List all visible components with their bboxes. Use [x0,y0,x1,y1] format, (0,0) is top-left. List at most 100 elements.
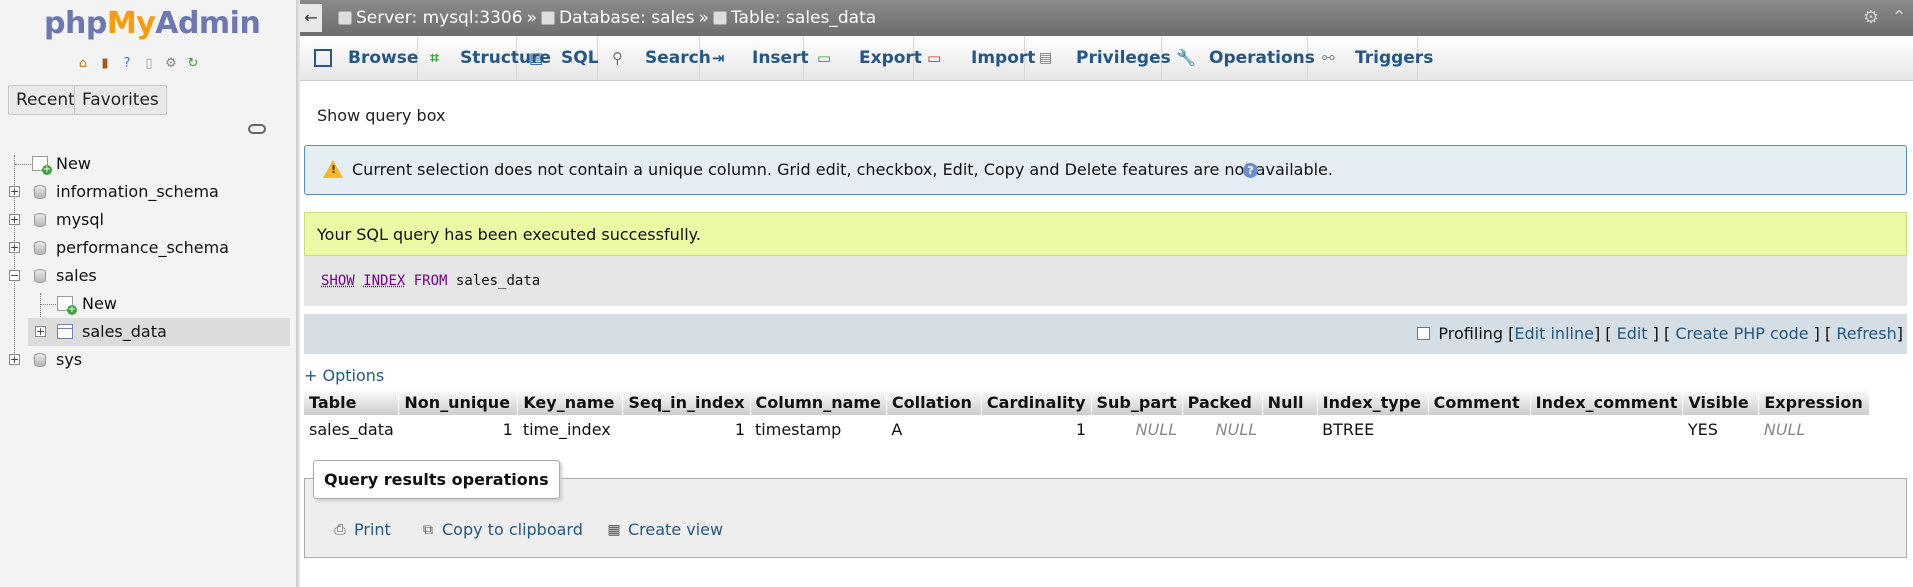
tree-item-sales-data[interactable]: + sales_data [28,318,290,346]
create-view-label: Create view [628,520,724,539]
refresh-link[interactable]: Refresh [1836,324,1896,343]
reload-icon[interactable]: ↻ [184,54,202,72]
column-header[interactable]: Packed [1182,389,1263,415]
query-results-operations-legend: Query results operations [313,460,560,499]
create-view-link[interactable]: ▦ Create view [606,520,723,539]
show-query-box-link[interactable]: Show query box [317,106,445,125]
column-header[interactable]: Cardinality [981,389,1092,415]
column-header[interactable]: Index_comment [1530,389,1684,415]
sql-identifier: sales_data [455,273,541,289]
tree-item-new[interactable]: New [0,150,296,178]
docs-icon[interactable]: ▯ [140,54,158,72]
expand-icon[interactable]: + [9,214,20,225]
import-icon: ▭ [927,49,942,67]
settings-icon[interactable]: ⚙ [162,54,180,72]
column-header[interactable]: Sub_part [1091,389,1183,415]
tab-export[interactable]: ▭ Export [804,36,922,80]
tree-item-performance-schema[interactable]: + performance_schema [0,234,296,262]
new-icon [32,156,52,175]
cell-seq-in-index: 1 [734,420,746,439]
cell-table: sales_data [309,420,394,439]
cell-visible: YES [1687,420,1718,439]
favorites-button[interactable]: Favorites [74,85,167,115]
phpmyadmin-logo[interactable]: phpMyAdmin [44,6,261,41]
wrench-icon: 🔧 [1176,48,1196,67]
sql-keyword[interactable]: INDEX [363,273,405,289]
profiling-label: Profiling [1438,324,1504,343]
breadcrumb-table[interactable]: Table: sales_data [731,8,876,28]
table-row: sales_data 1 time_index 1 timestamp A 1 … [304,415,1870,444]
expand-icon[interactable]: + [9,354,20,365]
print-icon: ⎙ [334,521,346,538]
column-header[interactable]: Table [304,389,400,415]
database-icon [34,241,46,255]
database-icon [540,11,555,25]
tab-label: Triggers [1355,48,1434,68]
search-icon: ⚲ [612,49,623,67]
column-header[interactable]: Index_type [1317,389,1429,415]
table-icon [57,324,73,339]
create-view-icon: ▦ [607,521,621,538]
column-header[interactable]: Collation [886,389,982,415]
options-link[interactable]: + Options [304,366,384,385]
column-header[interactable]: Comment [1428,389,1531,415]
sql-keyword[interactable]: SHOW [321,273,355,289]
column-header[interactable]: Visible [1682,389,1760,415]
edit-link[interactable]: Edit [1617,324,1648,343]
tree-item-mysql[interactable]: + mysql [0,206,296,234]
privileges-icon: ▤ [1039,50,1053,66]
cell-comment [1428,415,1530,444]
tab-privileges[interactable]: ▤ Privileges [1025,36,1171,80]
database-icon [34,185,46,199]
column-header[interactable]: Column_name [750,389,887,415]
copy-label: Copy to clipboard [442,520,583,539]
success-message: Your SQL query has been executed success… [304,212,1907,256]
breadcrumb-separator: » [526,8,537,28]
expand-icon[interactable]: + [9,242,20,253]
edit-inline-link[interactable]: Edit inline [1514,324,1594,343]
tab-sql[interactable]: ▤ SQL [517,36,599,80]
breadcrumb: Server: mysql:3306 » Database: sales » T… [338,8,876,28]
help-icon[interactable]: ? [118,54,136,72]
tab-insert[interactable]: ⇥ Insert [700,36,809,80]
tree-label: performance_schema [56,238,229,257]
link-icon[interactable] [248,124,266,134]
tab-browse[interactable]: Browse [300,36,418,80]
column-header[interactable]: Expression [1758,389,1871,415]
profiling-checkbox[interactable] [1417,327,1431,340]
collapse-panel-button[interactable]: ← [300,4,322,32]
tree-item-information-schema[interactable]: + information_schema [0,178,296,206]
create-php-code-link[interactable]: Create PHP code [1675,324,1808,343]
tab-structure[interactable]: ⌗ Structure [418,36,551,80]
tab-import[interactable]: ▭ Import [914,36,1035,80]
breadcrumb-server[interactable]: Server: mysql:3306 [356,8,523,28]
column-header[interactable]: Key_name [517,389,624,415]
collapse-topbar-icon[interactable]: ⌃ [1889,8,1909,28]
collapse-icon[interactable]: − [9,270,20,281]
notice-text: Current selection does not contain a uni… [352,160,1333,179]
column-header[interactable]: Null [1262,389,1318,415]
expand-icon[interactable]: + [35,326,46,337]
column-header[interactable]: Seq_in_index [622,389,751,415]
home-icon[interactable]: ⌂ [74,54,92,72]
tab-search[interactable]: ⚲ Search [598,36,711,80]
tree-item-sales[interactable]: − sales [0,262,296,290]
settings-gear-icon[interactable]: ⚙ [1861,8,1881,28]
column-header[interactable]: Non_unique [398,389,519,415]
cell-column-name: timestamp [755,420,842,439]
expand-icon[interactable]: + [9,186,20,197]
database-icon [34,353,46,367]
tree-label: New [82,294,117,313]
tree-item-sys[interactable]: + sys [0,346,296,374]
cell-collation: A [891,420,903,439]
tree-item-new-table[interactable]: New [0,290,296,318]
query-actions: Profiling [Edit inline] [ Edit ] [ Creat… [1417,324,1903,343]
tab-triggers[interactable]: ⚯ Triggers [1308,36,1433,80]
recent-button[interactable]: Recent [8,85,83,115]
print-link[interactable]: ⎙ Print [332,520,390,539]
help-icon[interactable]: ? [1243,163,1258,178]
tab-operations[interactable]: 🔧 Operations [1162,36,1315,80]
breadcrumb-database[interactable]: Database: sales [559,8,695,28]
logout-icon[interactable]: ▮ [96,54,114,72]
copy-to-clipboard-link[interactable]: ⧉ Copy to clipboard [420,520,583,539]
